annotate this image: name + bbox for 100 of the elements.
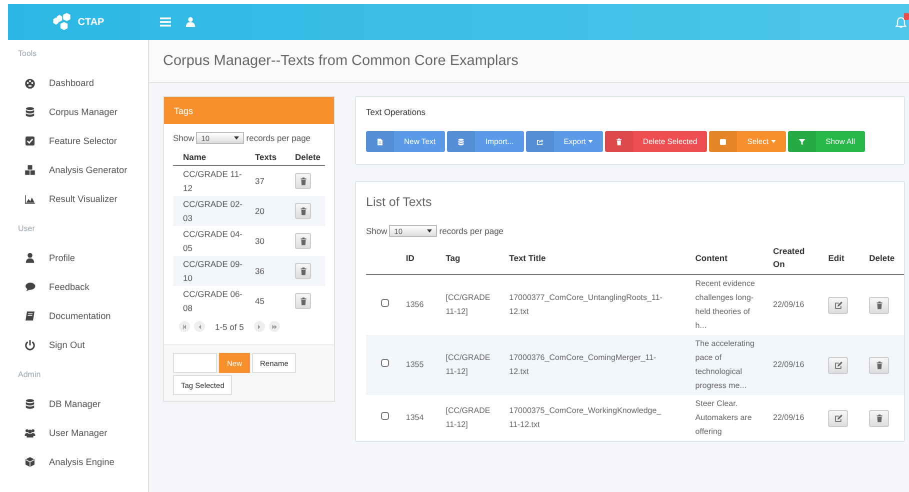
table-cell: 17000375_ComCore_WorkingKnowledge_11-12.txt <box>509 395 696 441</box>
table-cell: Recent evidence challenges long-held theories of h... <box>695 274 774 335</box>
sidebar-item[interactable]: DB Manager <box>8 389 148 418</box>
sidebar-item[interactable]: Profile <box>8 243 148 272</box>
triangle-icon <box>197 324 202 330</box>
triangle-icon <box>256 324 262 330</box>
sidebar-item[interactable]: Result Visualizer <box>8 184 148 213</box>
users-icon <box>24 426 36 438</box>
trash-icon <box>874 360 884 370</box>
sidebar-item[interactable]: User Manager <box>8 418 148 447</box>
sidebar-item[interactable]: Dashboard <box>8 68 148 97</box>
delete-button[interactable] <box>869 296 890 314</box>
section-heading: User <box>17 223 36 235</box>
sidebar-item[interactable]: Analysis Generator <box>8 155 148 184</box>
logo-text: CTAP <box>78 16 104 28</box>
table-cell-text: CC/GRADE 11-12 <box>182 168 243 195</box>
trash-icon <box>614 138 623 146</box>
table-cell: 1356 <box>406 274 446 335</box>
column-header: Name <box>182 151 208 164</box>
column-header: Edit <box>828 242 870 274</box>
caret-icon <box>588 140 593 143</box>
section-heading: Tools <box>17 48 38 60</box>
edit-icon <box>834 414 843 422</box>
row-checkbox[interactable] <box>380 412 389 420</box>
sidebar-item[interactable]: Feature Selector <box>8 126 148 155</box>
sidebar-item[interactable]: Corpus Manager <box>8 97 148 126</box>
delete-button[interactable] <box>869 356 890 374</box>
last-page-button[interactable] <box>268 321 280 332</box>
per-page-label: records per page <box>439 226 504 236</box>
per-page-label: records per page <box>246 133 311 143</box>
database-icon <box>24 398 36 410</box>
previous-page-button[interactable] <box>194 321 205 332</box>
panel-header: Tags <box>164 97 334 124</box>
column-header: Tag <box>446 242 510 274</box>
column-header: Text Title <box>509 242 696 274</box>
pagination-text: 1-5 of 5 <box>214 322 245 332</box>
table-cell-text: CC/GRADE 04-05 <box>182 228 244 255</box>
checkbox-icon <box>719 138 728 146</box>
delete-button[interactable] <box>295 293 311 309</box>
trash-icon <box>874 414 884 422</box>
delete-button[interactable] <box>295 233 311 249</box>
caret-icon <box>234 136 240 140</box>
database-icon <box>457 138 466 146</box>
table-cell: The accelerating pace of technological progress me... <box>695 335 774 395</box>
section-heading: Admin <box>17 369 42 381</box>
table-cell: 22/09/16 <box>773 335 828 395</box>
table-cell: 1354 <box>406 395 446 441</box>
panel-title: Text Operations <box>366 107 427 117</box>
show-label: Show <box>366 226 388 236</box>
column-header: ID <box>406 242 446 274</box>
delete-button[interactable] <box>295 173 311 189</box>
column-header: Delete <box>294 151 322 164</box>
first-page-button[interactable] <box>179 321 190 332</box>
page-title: Corpus Manager--Texts from Common Core Examplars <box>163 53 518 69</box>
table-cell: 22/09/16 <box>773 274 828 335</box>
delete-button[interactable] <box>295 263 311 279</box>
checkbox-icon <box>24 134 36 146</box>
area-chart-icon <box>24 192 36 204</box>
table-cell-text: 37 <box>254 176 266 186</box>
edit-button[interactable] <box>828 410 848 426</box>
table-cell-text: 45 <box>254 296 266 306</box>
table-cell: [CC/GRADE 11-12] <box>446 274 510 335</box>
trash-icon <box>298 236 308 246</box>
user-icon <box>185 17 196 27</box>
sidebar-item[interactable]: Analysis Engine <box>8 447 148 476</box>
column-header: Delete <box>869 242 904 274</box>
delete-button[interactable] <box>869 410 890 426</box>
user-icon <box>24 252 36 264</box>
cubes-icon <box>24 164 36 176</box>
table-cell-text: 20 <box>254 206 266 216</box>
tag-name-field[interactable] <box>173 353 217 373</box>
sidebar-item[interactable]: Documentation <box>8 301 148 330</box>
delete-button[interactable] <box>295 203 311 219</box>
book-icon <box>24 310 36 322</box>
dashboard-icon <box>24 76 36 88</box>
table-cell-text: CC/GRADE 06-08 <box>182 288 244 315</box>
table-cell: 22/09/16 <box>773 395 828 441</box>
next-page-button[interactable] <box>254 321 265 332</box>
caret-icon <box>427 229 432 233</box>
triangle-icon <box>182 324 187 330</box>
menu-icon <box>160 17 171 27</box>
edit-button[interactable] <box>828 296 848 314</box>
power-icon <box>24 338 36 350</box>
trash-icon <box>298 176 308 186</box>
database-icon <box>24 106 36 118</box>
table-cell-text: 36 <box>254 266 266 276</box>
speech-bubble-icon <box>24 280 36 292</box>
table-cell: 1355 <box>406 335 446 395</box>
share-icon <box>536 138 544 146</box>
bell-icon <box>895 16 907 29</box>
column-header: Texts <box>254 151 278 164</box>
sidebar-item[interactable]: Sign Out <box>8 330 148 359</box>
caret-icon <box>770 140 776 143</box>
sidebar-item[interactable]: Feedback <box>8 272 148 301</box>
table-cell-text: 30 <box>254 236 266 246</box>
table-cell: Steer Clear. Automakers are offering <box>695 395 774 441</box>
row-checkbox[interactable] <box>380 359 389 367</box>
file-icon <box>376 138 384 146</box>
edit-button[interactable] <box>828 356 848 374</box>
row-checkbox[interactable] <box>380 299 389 307</box>
